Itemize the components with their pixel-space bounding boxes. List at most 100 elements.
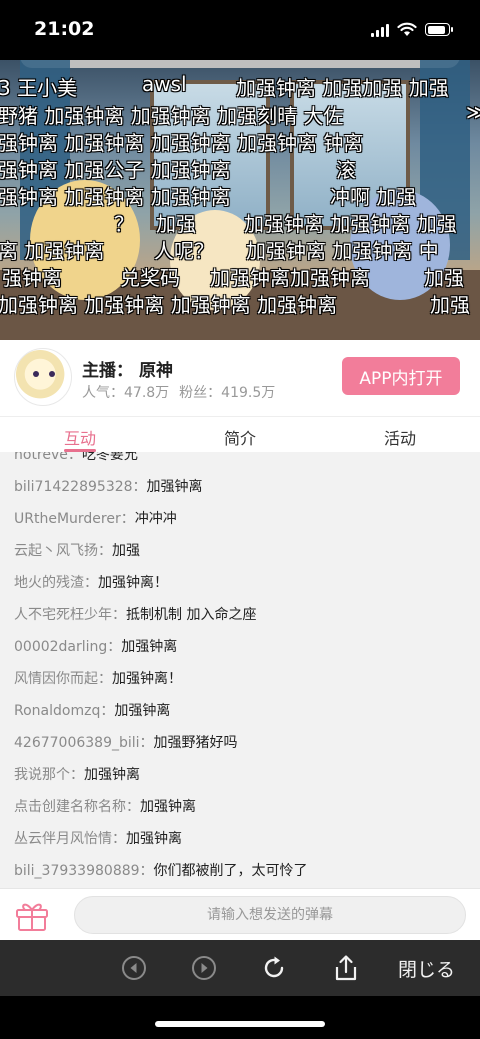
chat-username: Ronaldomzq： bbox=[14, 703, 115, 719]
chat-list[interactable]: hotreve：吃冬要允 bili71422895328：加强钟离 URtheM… bbox=[0, 452, 480, 888]
avatar-eye-right bbox=[49, 371, 55, 377]
status-time: 21:02 bbox=[34, 18, 95, 40]
danmaku-item: 滚 bbox=[336, 158, 356, 182]
wifi-icon bbox=[397, 22, 417, 36]
chat-message: bili71422895328：加强钟离 bbox=[14, 476, 203, 496]
chat-username: 我说那个： bbox=[14, 767, 84, 783]
chat-text: 加强钟离 bbox=[146, 479, 203, 495]
danmaku-item: 加强钟离 加强钟离 加强 bbox=[244, 212, 457, 236]
chat-text: 抵制机制 加入命之座 bbox=[126, 607, 257, 623]
home-indicator[interactable] bbox=[155, 1021, 325, 1027]
danmaku-item: 人呢？ bbox=[154, 239, 214, 263]
share-button[interactable] bbox=[328, 948, 364, 988]
chat-username: bili71422895328： bbox=[14, 479, 147, 495]
chat-message: bili_37933980889：你们都被削了，太可怜了 bbox=[14, 860, 308, 880]
popularity-value: 47.8万 bbox=[124, 385, 170, 401]
chat-username: 点击创建名称名称： bbox=[14, 799, 140, 815]
chat-text: 加强钟离 bbox=[114, 703, 171, 719]
reload-icon bbox=[264, 956, 284, 978]
browser-toolbar: 閉じる bbox=[0, 940, 480, 996]
chat-message: 地火的残渣：加强钟离！ bbox=[14, 572, 168, 592]
fans-stat: 粉丝：419.5万 bbox=[179, 382, 275, 402]
home-area bbox=[0, 996, 480, 1039]
chat-message: 点击创建名称名称：加强钟离 bbox=[14, 796, 196, 816]
chat-username: hotreve： bbox=[14, 452, 82, 463]
anchor-label: 主播： bbox=[82, 361, 133, 381]
chat-username: 42677006389_bili： bbox=[14, 735, 154, 751]
anchor-stats: 人气：47.8万 粉丝：419.5万 bbox=[82, 382, 275, 402]
chat-message: 风情因你而起：加强钟离！ bbox=[14, 668, 182, 688]
chat-username: 云起丶风飞扬： bbox=[14, 543, 112, 559]
chat-text: 加强钟离 bbox=[121, 639, 178, 655]
chat-username: 风情因你而起： bbox=[14, 671, 112, 687]
danmaku-item: 强钟离 加强公子 加强钟离 bbox=[0, 158, 231, 182]
danmaku-input-bar bbox=[0, 888, 480, 940]
danmaku-item: 强钟离 加强钟离 加强钟离 加强钟离 钟离 bbox=[0, 131, 364, 155]
chat-username: bili_37933980889： bbox=[14, 863, 154, 879]
close-button[interactable]: 閉じる bbox=[398, 955, 455, 982]
tab-events[interactable]: 活动 bbox=[350, 425, 450, 449]
chat-message: URtheMurderer：冲冲冲 bbox=[14, 508, 177, 528]
forward-button[interactable] bbox=[186, 948, 222, 988]
chat-text: 冲冲冲 bbox=[134, 511, 177, 527]
chat-username: URtheMurderer： bbox=[14, 511, 135, 527]
fans-label: 粉丝： bbox=[179, 385, 222, 401]
danmaku-item: 冲啊 加强 bbox=[330, 185, 417, 209]
danmaku-item: ？ bbox=[114, 212, 134, 236]
danmaku-item: 加强钟离 加强钟离 中 bbox=[246, 239, 439, 263]
chat-message: 42677006389_bili：加强野猪好吗 bbox=[14, 732, 238, 752]
anchor-name: 原神 bbox=[139, 361, 173, 381]
reload-button[interactable] bbox=[256, 948, 292, 988]
cellular-signal-icon bbox=[371, 23, 389, 37]
danmaku-item: 强钟离 bbox=[2, 266, 62, 290]
chat-username: 00002darling： bbox=[14, 639, 122, 655]
tab-interaction[interactable]: 互动 bbox=[30, 425, 130, 449]
chat-text: 加强野猪好吗 bbox=[153, 735, 238, 751]
chat-username: 地火的残渣： bbox=[14, 575, 98, 591]
chat-username: 人不宅死枉少年： bbox=[14, 607, 126, 623]
back-icon bbox=[122, 956, 146, 980]
fans-value: 419.5万 bbox=[221, 385, 276, 401]
danmaku-item: 加强 bbox=[156, 212, 196, 236]
chat-text: 你们都被削了，太可怜了 bbox=[153, 863, 308, 879]
chat-message: 00002darling：加强钟离 bbox=[14, 636, 177, 656]
anchor-avatar[interactable]: miHoYo bbox=[14, 348, 72, 406]
chat-text: 吃冬要允 bbox=[81, 452, 138, 463]
forward-icon bbox=[192, 956, 216, 980]
danmaku-item: awsl bbox=[142, 72, 187, 96]
gift-icon[interactable] bbox=[14, 897, 50, 933]
chat-message: 丛云伴月风怡情：加强钟离 bbox=[14, 828, 182, 848]
avatar-eye-left bbox=[33, 371, 39, 377]
tab-intro[interactable]: 简介 bbox=[190, 425, 290, 449]
popularity-label: 人气： bbox=[82, 385, 124, 401]
danmaku-item: 3 王小美 bbox=[0, 76, 78, 100]
danmaku-item: 野猪 加强钟离 加强钟离 加强刻晴 大佐 bbox=[0, 104, 344, 128]
battery-icon bbox=[425, 23, 453, 36]
back-button[interactable] bbox=[116, 948, 152, 988]
popularity-stat: 人气：47.8万 bbox=[82, 382, 169, 402]
anchor-panel: miHoYo 主播： 原神 人气：47.8万 粉丝：419.5万 APP内打开 bbox=[0, 340, 480, 416]
tab-bar: 互动 简介 活动 bbox=[0, 416, 480, 452]
chat-text: 加强钟离！ bbox=[112, 671, 182, 687]
chat-message: Ronaldomzq：加强钟离 bbox=[14, 700, 170, 720]
danmaku-input[interactable] bbox=[74, 896, 466, 934]
status-icons bbox=[371, 22, 453, 37]
open-in-app-button[interactable]: APP内打开 bbox=[342, 357, 460, 395]
chat-username: 丛云伴月风怡情： bbox=[14, 831, 126, 847]
danmaku-item: 强钟离 加强钟离 加强钟离 bbox=[0, 185, 231, 209]
chat-text: 加强钟离！ bbox=[98, 575, 168, 591]
danmaku-item: 加强钟离 加强钟离 加强钟离 加强钟离 bbox=[0, 293, 338, 317]
chat-text: 加强钟离 bbox=[84, 767, 140, 783]
chat-message: hotreve：吃冬要允 bbox=[14, 452, 138, 464]
danmaku-item: 加强钟离 加强加强 加强 bbox=[236, 76, 449, 100]
danmaku-item: 加强 bbox=[424, 266, 464, 290]
chat-text: 加强 bbox=[112, 543, 140, 559]
chat-message: 我说那个：加强钟离 bbox=[14, 764, 140, 784]
danmaku-item: 加强钟离加强钟离 bbox=[210, 266, 370, 290]
danmaku-item: 离 加强钟离 bbox=[0, 239, 105, 263]
status-bar: 21:02 bbox=[0, 0, 480, 60]
chat-text: 加强钟离 bbox=[126, 831, 182, 847]
danmaku-item: 兑奖码 bbox=[120, 266, 180, 290]
chat-message: 云起丶风飞扬：加强 bbox=[14, 540, 140, 560]
danmaku-item: 加强 bbox=[430, 293, 470, 317]
